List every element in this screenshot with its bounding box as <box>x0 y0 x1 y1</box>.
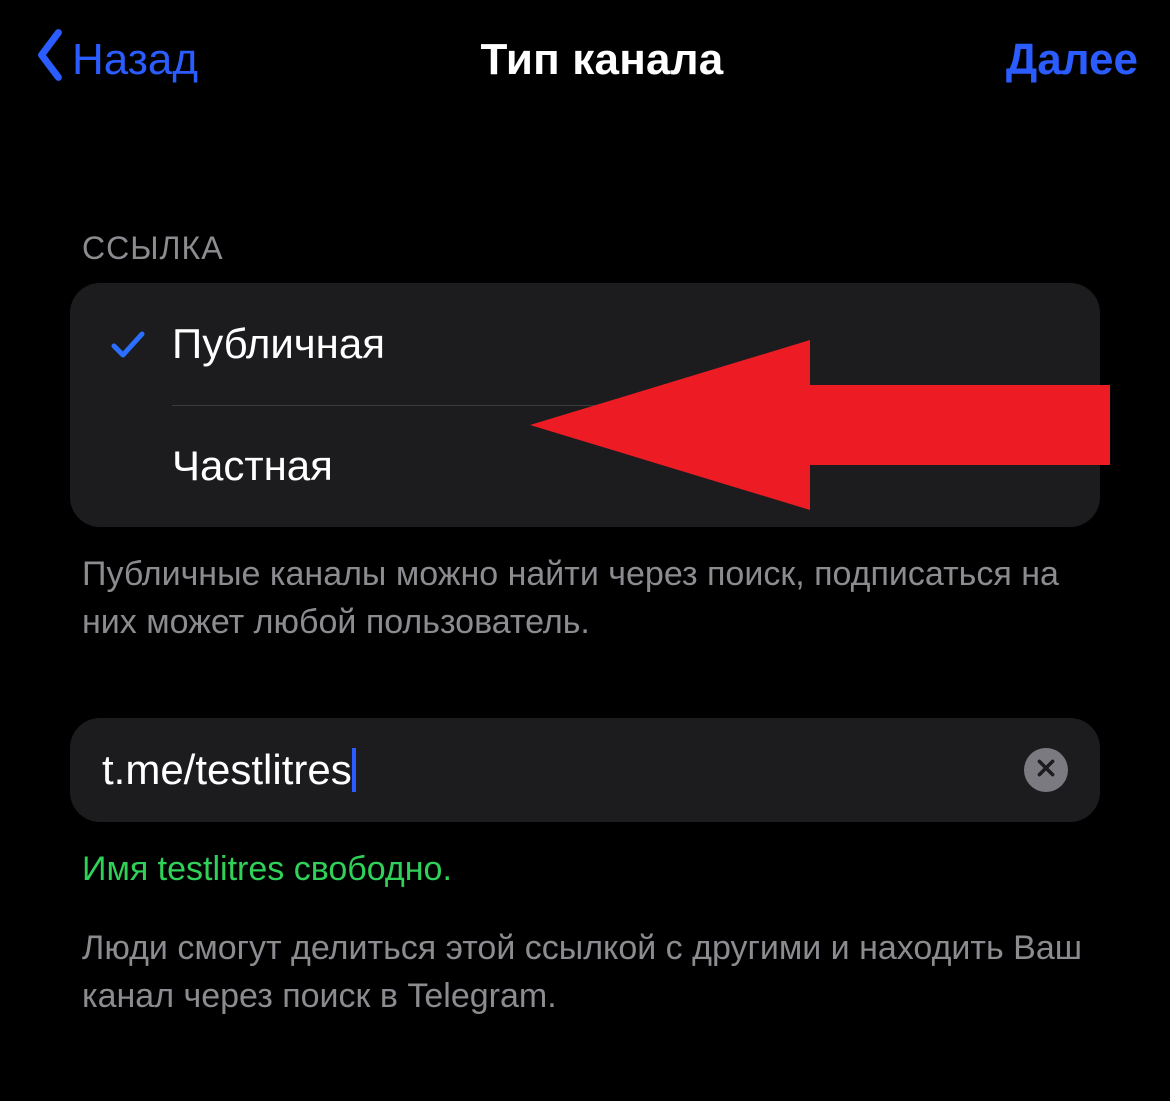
page-title: Тип канала <box>480 35 723 85</box>
channel-type-card: Публичная Частная <box>70 283 1100 527</box>
username-status: Имя testlitres свободно. <box>70 850 1100 889</box>
navigation-bar: Назад Тип канала Далее <box>0 0 1170 120</box>
channel-link-text: t.me/testlitres <box>102 746 352 794</box>
chevron-left-icon <box>32 27 68 94</box>
option-public[interactable]: Публичная <box>70 283 1100 405</box>
link-value: testlitres <box>195 746 351 793</box>
channel-type-description: Публичные каналы можно найти через поиск… <box>70 551 1100 646</box>
option-public-label: Публичная <box>172 320 385 368</box>
checkmark-icon <box>102 324 154 364</box>
channel-link-hint: Люди смогут делиться этой ссылкой с друг… <box>70 925 1100 1020</box>
text-cursor <box>352 748 356 792</box>
option-private-label: Частная <box>172 442 333 490</box>
back-button[interactable]: Назад <box>32 27 198 94</box>
content: ССЫЛКА Публичная Частная Публичные канал… <box>0 230 1170 1020</box>
channel-link-input[interactable]: t.me/testlitres <box>70 718 1100 822</box>
next-button[interactable]: Далее <box>1006 35 1138 85</box>
link-prefix: t.me/ <box>102 746 195 793</box>
link-section-header: ССЫЛКА <box>70 230 1100 267</box>
option-private[interactable]: Частная <box>70 405 1100 527</box>
back-label: Назад <box>72 35 198 85</box>
clear-input-button[interactable] <box>1024 748 1068 792</box>
close-icon <box>1035 757 1057 784</box>
